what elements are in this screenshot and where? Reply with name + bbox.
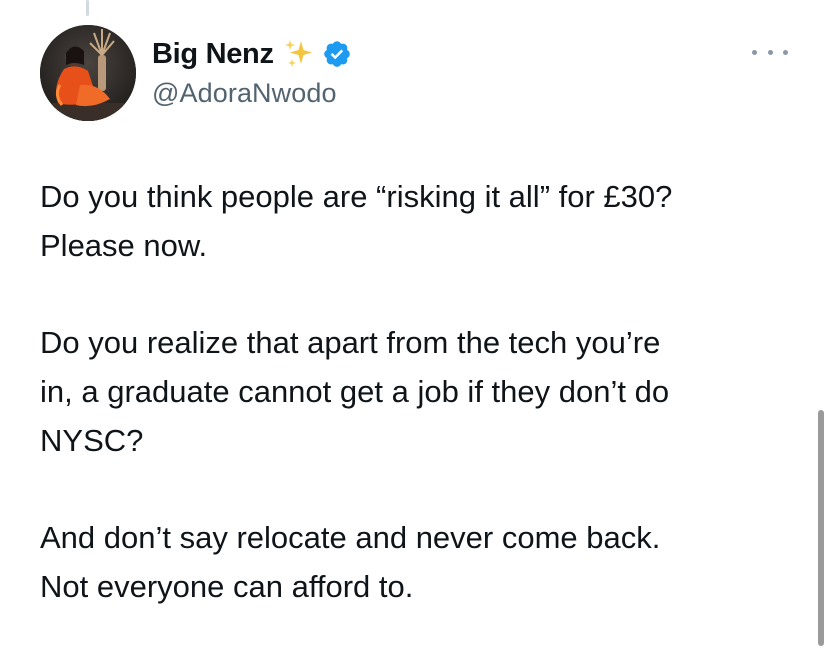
more-dot	[783, 49, 788, 55]
sparkles-icon	[282, 37, 316, 71]
tweet-author: Big Nenz @AdoraNwodo	[152, 34, 352, 109]
tweet-paragraph-2: Do you realize that apart from the tech …	[40, 325, 670, 458]
author-handle[interactable]: @AdoraNwodo	[152, 78, 352, 109]
more-options-icon[interactable]	[752, 40, 788, 64]
tweet-paragraph-3: And don’t say relocate and never come ba…	[40, 520, 661, 604]
scrollbar-thumb[interactable]	[818, 410, 824, 646]
more-dot	[752, 49, 757, 55]
author-name-row: Big Nenz	[152, 34, 352, 74]
more-dot	[767, 49, 773, 55]
thread-connector-line	[86, 0, 89, 16]
verified-badge-icon[interactable]	[322, 39, 352, 69]
avatar-image	[40, 25, 136, 121]
avatar[interactable]	[40, 25, 136, 121]
tweet-text: Do you think people are “risking it all”…	[40, 172, 810, 659]
tweet-paragraph-1: Do you think people are “risking it all”…	[40, 179, 673, 263]
author-display-name[interactable]: Big Nenz	[152, 38, 274, 71]
